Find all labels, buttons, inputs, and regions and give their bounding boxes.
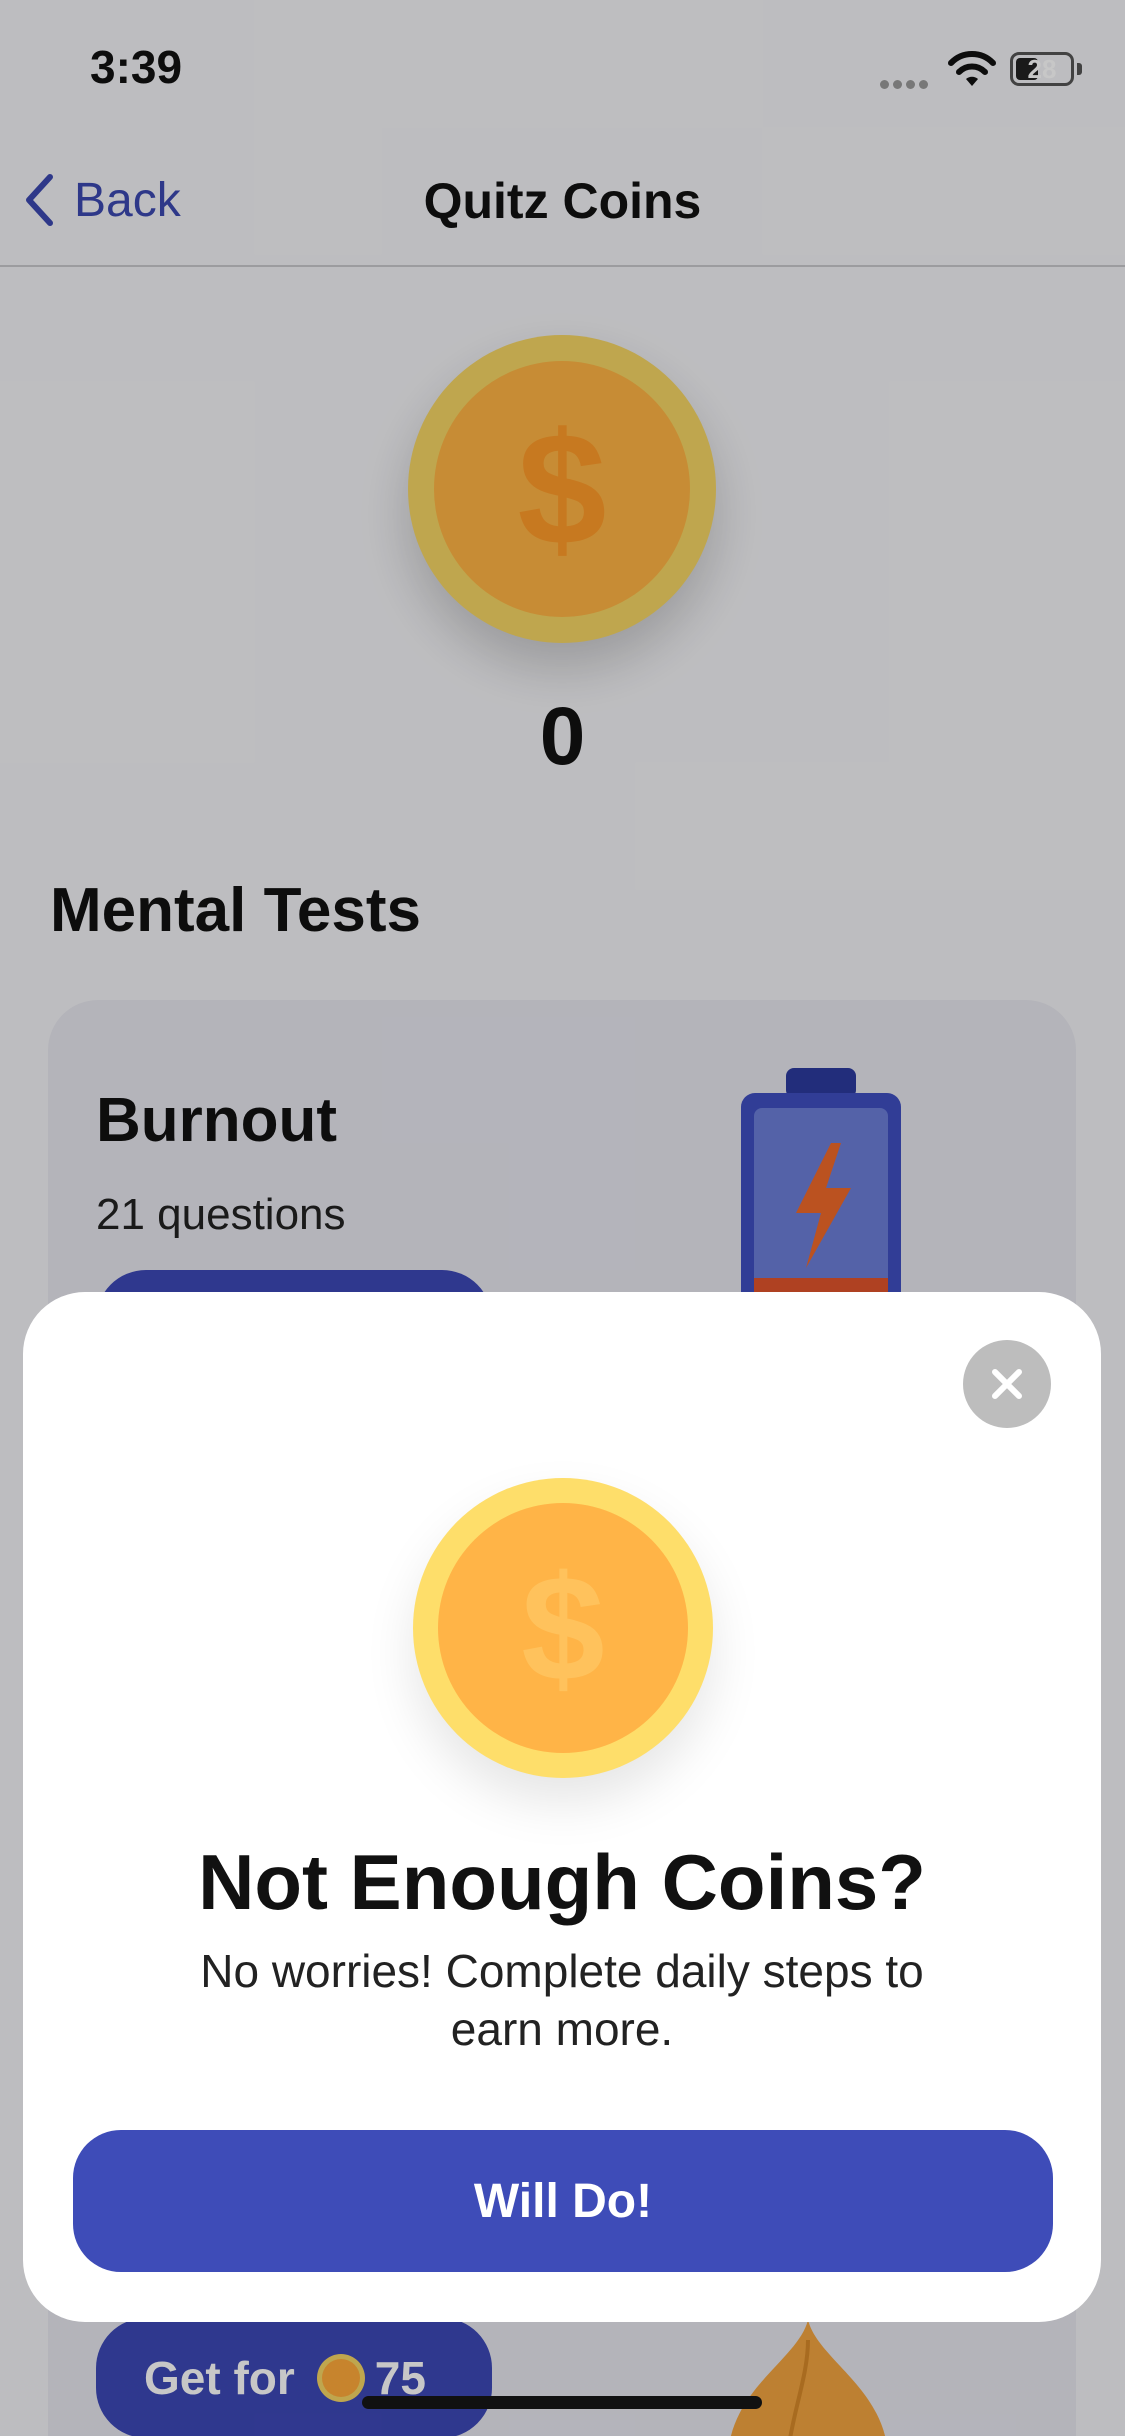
dollar-coin-icon: $ — [413, 1478, 713, 1778]
close-icon — [992, 1369, 1022, 1399]
close-button[interactable] — [963, 1340, 1051, 1428]
not-enough-coins-modal: $ Not Enough Coins? No worries! Complete… — [23, 1292, 1101, 2322]
will-do-button[interactable]: Will Do! — [73, 2130, 1053, 2272]
modal-message: No worries! Complete daily steps to earn… — [200, 1945, 924, 2055]
screen: 3:39 28 Back Quitz Coins $ 0 Mental Test… — [0, 0, 1125, 2436]
home-indicator[interactable] — [362, 2396, 762, 2409]
coin-symbol: $ — [521, 1543, 605, 1712]
modal-title: Not Enough Coins? — [198, 1838, 926, 1926]
